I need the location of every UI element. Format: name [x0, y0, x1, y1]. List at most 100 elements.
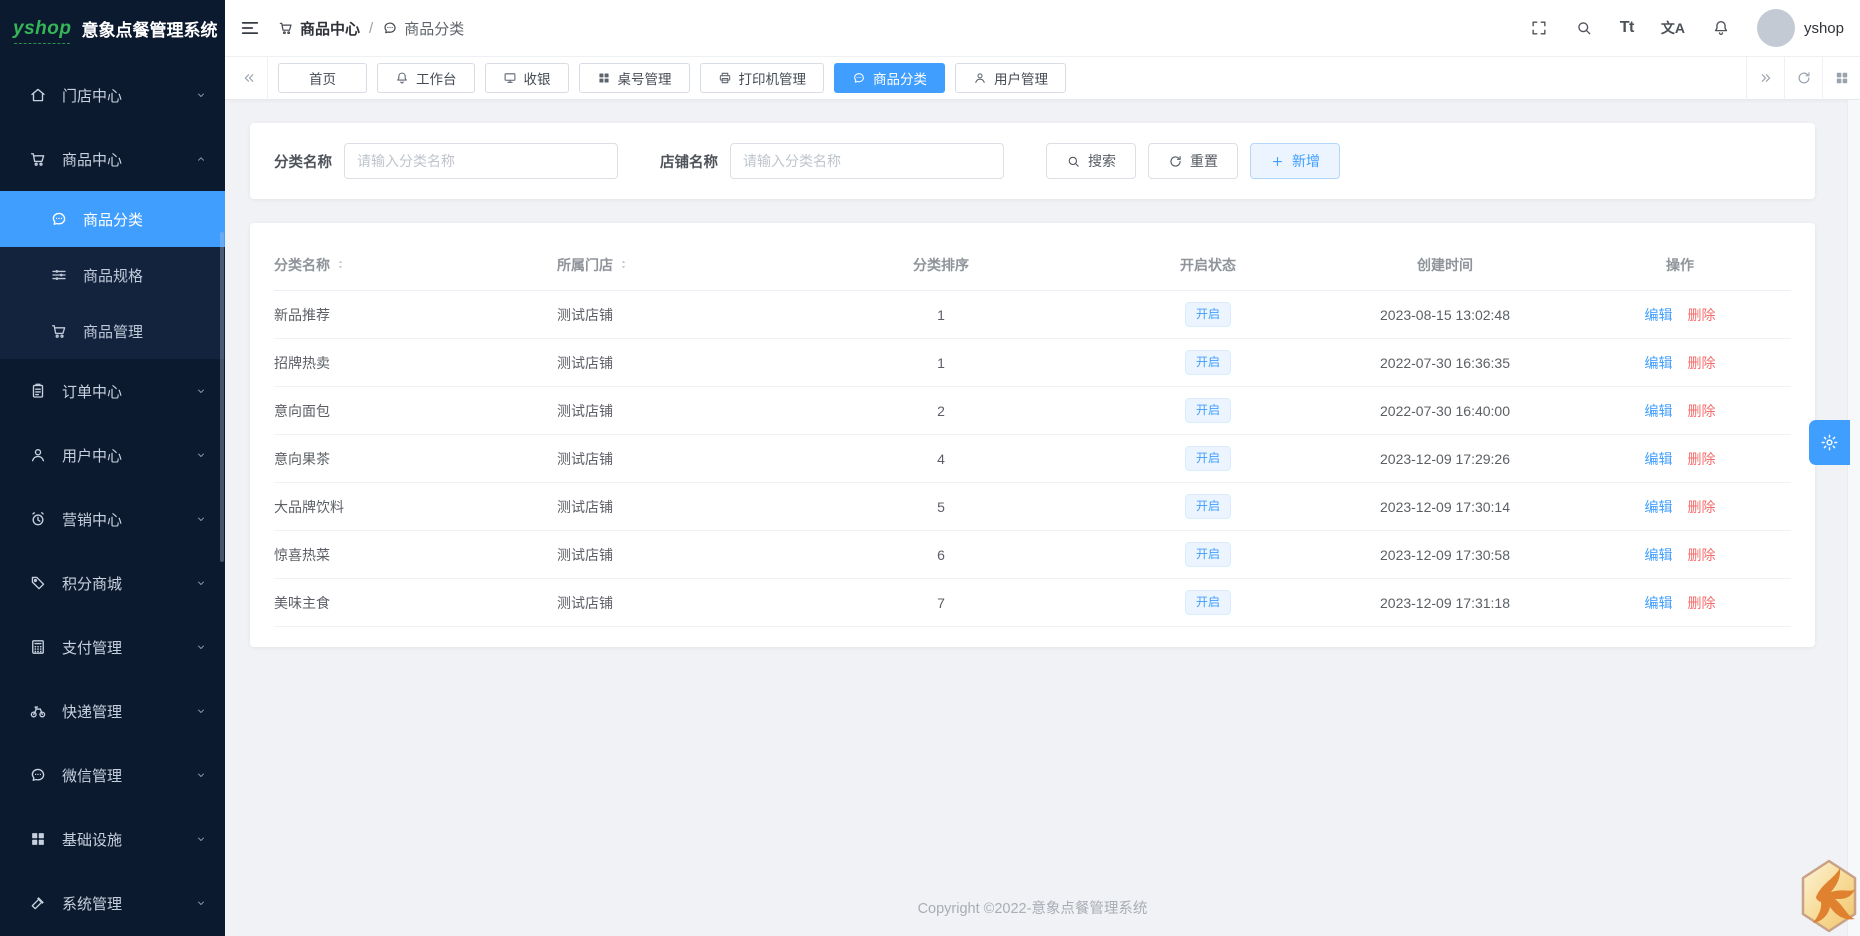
table-row: 意向果茶 测试店铺 4 开启 2023-12-09 17:29:26 编辑 删除	[274, 435, 1791, 483]
reset-button[interactable]: 重置	[1148, 143, 1238, 179]
category-name-input[interactable]	[344, 143, 618, 179]
breadcrumb-parent[interactable]: 商品中心	[278, 18, 360, 39]
translate-button[interactable]: 文A	[1661, 18, 1685, 38]
alarm-icon	[29, 510, 47, 528]
cell-status: 开启	[1095, 494, 1321, 519]
sidebar-item-order-center[interactable]: 订单中心	[0, 359, 225, 423]
tabs-scroll-left-button[interactable]	[230, 56, 268, 100]
tab-table-manage[interactable]: 桌号管理	[578, 63, 690, 93]
breadcrumb-parent-label: 商品中心	[300, 20, 361, 38]
filter-card: 分类名称 店铺名称 搜索 重置 新增	[250, 123, 1815, 199]
delete-link[interactable]: 删除	[1688, 499, 1716, 515]
chev-down-icon	[195, 833, 207, 845]
edit-link[interactable]: 编辑	[1645, 595, 1673, 611]
column-header-label: 分类名称	[274, 256, 330, 273]
edit-link[interactable]: 编辑	[1645, 547, 1673, 563]
sidebar-item-wechat-manage[interactable]: 微信管理	[0, 743, 225, 807]
sidebar-item-points-mall[interactable]: 积分商城	[0, 551, 225, 615]
tag-icon	[29, 574, 47, 592]
sidebar-item-label: 订单中心	[62, 383, 123, 401]
cell-store-name: 测试店铺	[557, 354, 613, 371]
delete-link[interactable]: 删除	[1688, 451, 1716, 467]
edit-link[interactable]: 编辑	[1645, 307, 1673, 323]
delete-link[interactable]: 删除	[1688, 307, 1716, 323]
sidebar-item-goods-spec[interactable]: 商品规格	[0, 247, 225, 303]
cell-status: 开启	[1095, 590, 1321, 615]
tabs-refresh-button[interactable]	[1784, 56, 1822, 100]
edit-link[interactable]: 编辑	[1645, 403, 1673, 419]
edit-link[interactable]: 编辑	[1645, 355, 1673, 371]
cell-category-name: 新品推荐	[274, 306, 330, 323]
page-scrollbar[interactable]	[1847, 100, 1860, 936]
tabs-scroll-right-button[interactable]	[1746, 56, 1784, 100]
chev-down-icon	[195, 769, 207, 781]
tab-printer-manage[interactable]: 打印机管理	[699, 63, 824, 93]
tab-label: 用户管理	[994, 72, 1048, 87]
bike-icon	[29, 702, 47, 720]
chev-down-icon	[195, 897, 207, 909]
delete-link[interactable]: 删除	[1688, 355, 1716, 371]
chevrons-left-icon	[241, 70, 257, 86]
sidebar-scrollbar-thumb[interactable]	[220, 232, 224, 562]
topbar: 商品中心 / 商品分类 Tt 文A yshop	[225, 0, 1860, 57]
sidebar-item-infrastructure[interactable]: 基础设施	[0, 807, 225, 871]
sidebar-item-marketing-center[interactable]: 营销中心	[0, 487, 225, 551]
tab-user-manage[interactable]: 用户管理	[955, 63, 1066, 93]
fullscreen-button[interactable]	[1530, 19, 1548, 37]
tab-workbench[interactable]: 工作台	[377, 63, 475, 93]
plus-icon	[1270, 154, 1285, 169]
caret-sort-icon	[617, 258, 630, 271]
status-badge: 开启	[1184, 350, 1231, 375]
edit-link[interactable]: 编辑	[1645, 499, 1673, 515]
cell-store-name: 测试店铺	[557, 546, 613, 563]
sidebar-item-label: 营销中心	[62, 511, 123, 529]
cell-created-time: 2023-12-09 17:30:14	[1380, 498, 1510, 515]
delete-link[interactable]: 删除	[1688, 547, 1716, 563]
sidebar-item-goods-manage[interactable]: 商品管理	[0, 303, 225, 359]
column-header-3: 开启状态	[1095, 255, 1321, 275]
chev-down-icon	[195, 705, 207, 717]
sidebar-item-system-manage[interactable]: 系统管理	[0, 871, 225, 935]
table-row: 大品牌饮料 测试店铺 5 开启 2023-12-09 17:30:14 编辑 删除	[274, 483, 1791, 531]
status-badge: 开启	[1184, 590, 1231, 615]
cell-actions: 编辑 删除	[1569, 305, 1791, 325]
store-name-input[interactable]	[730, 143, 1004, 179]
grid-icon	[597, 71, 611, 85]
tab-goods-category[interactable]: 商品分类	[834, 63, 945, 93]
tab-cashier[interactable]: 收银	[484, 63, 569, 93]
chev-up-icon	[195, 153, 207, 165]
sidebar-item-goods-center[interactable]: 商品中心	[0, 127, 225, 191]
printer-icon	[718, 71, 732, 85]
tabs-layout-button[interactable]	[1822, 56, 1860, 100]
collapse-sidebar-button[interactable]	[239, 17, 261, 39]
cell-created-time: 2023-12-09 17:30:58	[1380, 546, 1510, 563]
sliders-icon	[50, 266, 68, 284]
settings-fab-button[interactable]	[1809, 420, 1850, 465]
sidebar-item-express-manage[interactable]: 快递管理	[0, 679, 225, 743]
status-badge: 开启	[1184, 542, 1231, 567]
search-button[interactable]: 搜索	[1046, 143, 1136, 179]
edit-link[interactable]: 编辑	[1645, 451, 1673, 467]
notifications-button[interactable]	[1712, 19, 1730, 37]
add-button[interactable]: 新增	[1250, 143, 1340, 179]
chat-icon	[382, 20, 398, 36]
table-row: 美味主食 测试店铺 7 开启 2023-12-09 17:31:18 编辑 删除	[274, 579, 1791, 627]
delete-link[interactable]: 删除	[1688, 403, 1716, 419]
cell-actions: 编辑 删除	[1569, 353, 1791, 373]
font-size-button[interactable]: Tt	[1620, 19, 1635, 37]
user-menu[interactable]: yshop	[1756, 9, 1844, 47]
chev-down-icon	[195, 385, 207, 397]
app-title: 意象点餐管理系统	[81, 21, 218, 40]
bird-logo-badge[interactable]	[1800, 859, 1858, 933]
sidebar-item-payment-manage[interactable]: 支付管理	[0, 615, 225, 679]
tab-home[interactable]: 首页	[278, 63, 367, 93]
clipboard-icon	[29, 382, 47, 400]
header-search-button[interactable]	[1575, 19, 1593, 37]
delete-link[interactable]: 删除	[1688, 595, 1716, 611]
cell-status: 开启	[1095, 350, 1321, 375]
column-header-0[interactable]: 分类名称	[274, 255, 557, 275]
sidebar-item-store-center[interactable]: 门店中心	[0, 63, 225, 127]
column-header-1[interactable]: 所属门店	[557, 255, 787, 275]
sidebar-item-goods-category[interactable]: 商品分类	[0, 191, 225, 247]
sidebar-item-user-center[interactable]: 用户中心	[0, 423, 225, 487]
